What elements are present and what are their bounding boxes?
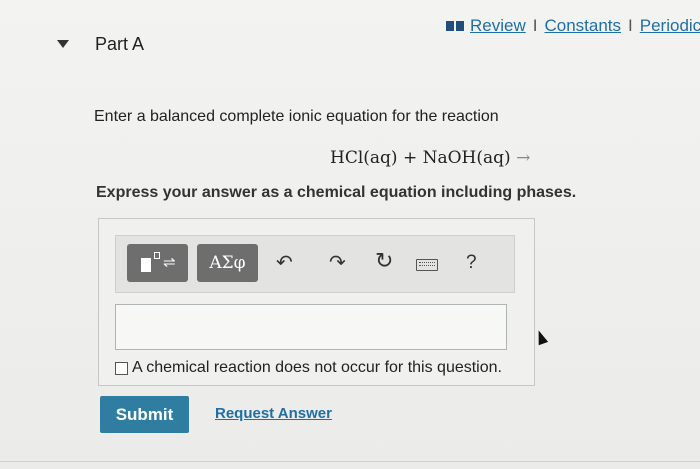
page: Review I Constants I Periodic Part A Ent…: [0, 0, 700, 469]
no-reaction-label: A chemical reaction does not occur for t…: [132, 359, 502, 376]
reset-icon[interactable]: ↻: [375, 250, 393, 274]
bottom-divider: [0, 461, 700, 462]
equilibrium-arrow-icon: ⇌: [163, 254, 176, 271]
greek-symbols-button[interactable]: ΑΣφ: [197, 244, 258, 282]
answer-instruction: Express your answer as a chemical equati…: [96, 184, 577, 201]
constants-link[interactable]: Constants: [544, 16, 621, 36]
question-prompt: Enter a balanced complete ionic equation…: [94, 108, 499, 125]
keyboard-icon[interactable]: [416, 259, 438, 271]
templates-button[interactable]: ⇌: [127, 244, 188, 282]
resource-links: Review I Constants I Periodic: [446, 16, 700, 36]
reaction-reactants: HCl(aq) + NaOH(aq): [330, 148, 511, 168]
no-reaction-option[interactable]: A chemical reaction does not occur for t…: [115, 359, 502, 377]
submit-button[interactable]: Submit: [100, 396, 189, 433]
help-icon[interactable]: ?: [466, 252, 477, 274]
undo-icon[interactable]: ↶: [276, 250, 293, 274]
no-reaction-checkbox[interactable]: [115, 361, 128, 375]
answer-panel: ⇌ ΑΣφ ↶ ↷ ↻ ? A chemical reaction does n…: [98, 218, 535, 386]
math-toolbar: ⇌ ΑΣφ ↶ ↷ ↻ ?: [115, 235, 515, 293]
link-separator: I: [628, 16, 633, 35]
request-answer-link[interactable]: Request Answer: [215, 405, 332, 422]
review-link[interactable]: Review: [470, 16, 526, 36]
collapse-caret-icon[interactable]: [57, 40, 69, 48]
part-title[interactable]: Part A: [95, 34, 144, 55]
reaction-arrow: →: [516, 148, 531, 168]
mouse-cursor-icon: [533, 328, 549, 346]
answer-input[interactable]: [115, 304, 507, 350]
reaction-equation: HCl(aq) + NaOH(aq) →: [330, 148, 530, 168]
periodic-table-link[interactable]: Periodic: [640, 16, 700, 36]
book-icon: [446, 21, 464, 31]
template-superscript-icon: [154, 252, 160, 259]
redo-icon[interactable]: ↷: [329, 250, 346, 274]
link-separator: I: [532, 16, 538, 35]
template-box-icon: [141, 258, 151, 272]
